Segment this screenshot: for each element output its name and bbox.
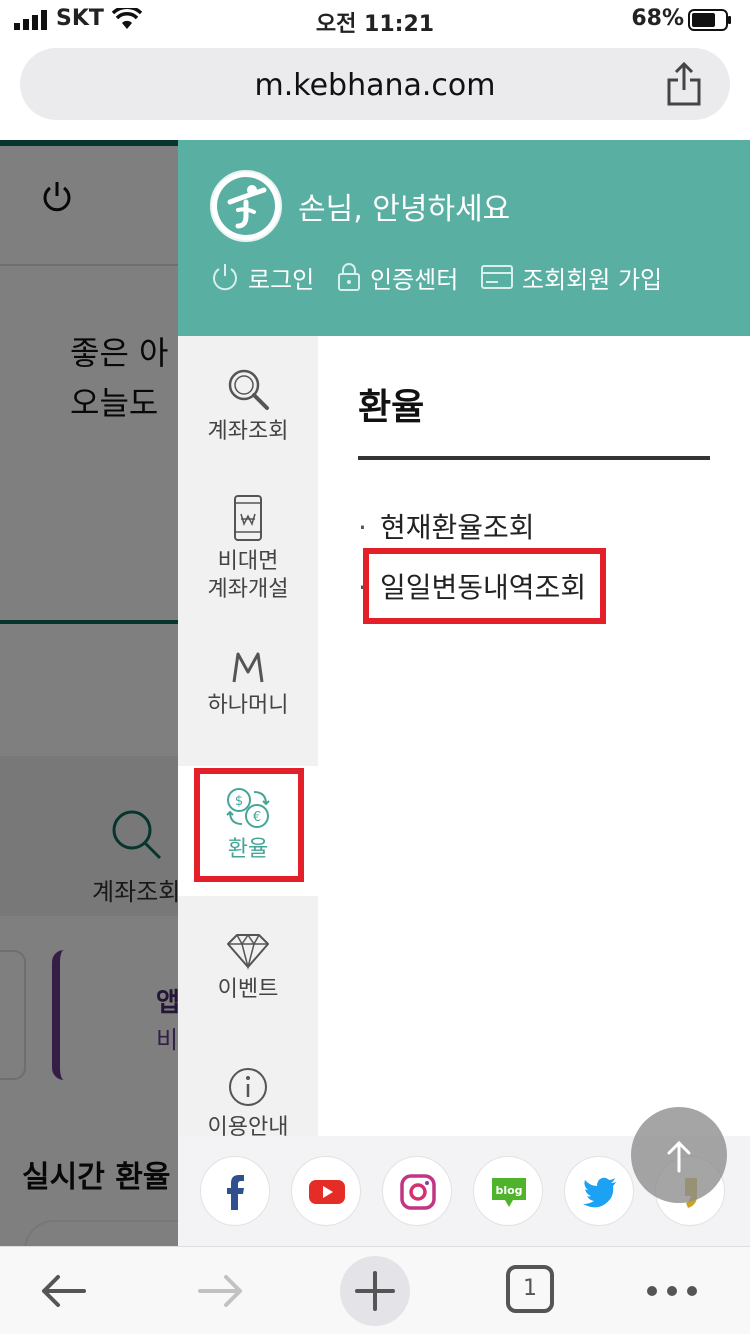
- blog-button[interactable]: blog: [473, 1156, 543, 1226]
- bullet: ·: [358, 511, 367, 544]
- submenu-divider: [358, 456, 710, 460]
- category-tabs: 계좌조회 비대면 계좌개설 하나머니 $ € 환율 이벤트 이용안내: [178, 336, 318, 1140]
- submenu-panel: 환율 · 현재환율조회 · 일일변동내역조회: [318, 336, 750, 1136]
- diamond-icon: [227, 933, 269, 970]
- tab-count: 1: [523, 1276, 537, 1301]
- scroll-top-button[interactable]: [631, 1107, 727, 1203]
- mobile-won-icon: [234, 495, 262, 541]
- card-icon: [481, 265, 513, 289]
- address-bar[interactable]: m.kebhana.com: [20, 48, 730, 120]
- login-label: 로그인: [248, 265, 315, 294]
- status-bar: SKT 오전 11:21 68%: [0, 0, 750, 40]
- cert-center-label: 인증센터: [370, 265, 459, 294]
- twitter-icon: [583, 1177, 616, 1208]
- tab-account-inquiry[interactable]: 계좌조회: [178, 366, 318, 446]
- tab-online-account-open[interactable]: 비대면 계좌개설: [178, 494, 318, 604]
- magnifier-icon: [228, 369, 269, 410]
- browser-address-area: m.kebhana.com: [0, 40, 750, 140]
- member-join-link[interactable]: 조회회원 가입: [480, 260, 662, 294]
- youtube-button[interactable]: [291, 1156, 361, 1226]
- submenu-title: 환율: [358, 387, 425, 428]
- tab-label: 비대면: [217, 549, 279, 574]
- highlight-box: [194, 768, 304, 882]
- lock-icon: [338, 263, 360, 291]
- instagram-button[interactable]: [382, 1156, 452, 1226]
- power-icon: [213, 264, 237, 291]
- twitter-button[interactable]: [564, 1156, 634, 1226]
- svg-text:blog: blog: [495, 1184, 522, 1197]
- tab-label: 계좌조회: [207, 419, 289, 444]
- tab-event[interactable]: 이벤트: [178, 932, 318, 1004]
- blog-icon: blog: [492, 1178, 526, 1207]
- url-text[interactable]: m.kebhana.com: [0, 68, 750, 103]
- back-arrow-icon[interactable]: [36, 1261, 92, 1321]
- hana-money-m-icon: [232, 652, 264, 683]
- battery-icon: [688, 9, 731, 31]
- browser-toolbar: 1: [0, 1246, 750, 1334]
- tab-count-button[interactable]: 1: [506, 1265, 554, 1313]
- menu-item-label: 현재환율조회: [380, 511, 535, 544]
- cert-center-link[interactable]: 인증센터: [336, 260, 458, 294]
- tab-label: 계좌개설: [207, 577, 289, 602]
- instagram-icon: [400, 1174, 436, 1210]
- member-join-label: 조회회원 가입: [522, 265, 663, 294]
- highlight-box: [363, 548, 606, 624]
- tab-label: 이벤트: [217, 977, 279, 1002]
- battery-percent: 68%: [631, 6, 684, 31]
- menu-item-current-rate[interactable]: · 현재환율조회: [358, 506, 535, 546]
- share-icon[interactable]: [664, 62, 704, 106]
- more-dots-icon[interactable]: [644, 1261, 700, 1321]
- info-icon: [229, 1068, 267, 1106]
- hana-logo-icon: [210, 170, 282, 242]
- arrow-up-icon: [667, 1140, 691, 1173]
- facebook-button[interactable]: [200, 1156, 270, 1226]
- tab-label: 하나머니: [207, 693, 289, 718]
- login-link[interactable]: 로그인: [210, 260, 314, 294]
- side-menu: 손님, 안녕하세요 로그인 인증센터 조회회원 가입 계좌조회 비대면 계좌개설…: [178, 140, 750, 1246]
- tab-guide[interactable]: 이용안내: [178, 1066, 318, 1142]
- greeting-text: 손님, 안녕하세요: [298, 192, 511, 227]
- new-tab-plus-icon[interactable]: [338, 1255, 412, 1327]
- youtube-icon: [309, 1180, 345, 1204]
- menu-header: 손님, 안녕하세요 로그인 인증센터 조회회원 가입: [178, 140, 750, 336]
- facebook-icon: [227, 1175, 244, 1210]
- forward-arrow-icon[interactable]: [192, 1261, 248, 1321]
- tab-hana-money[interactable]: 하나머니: [178, 650, 318, 720]
